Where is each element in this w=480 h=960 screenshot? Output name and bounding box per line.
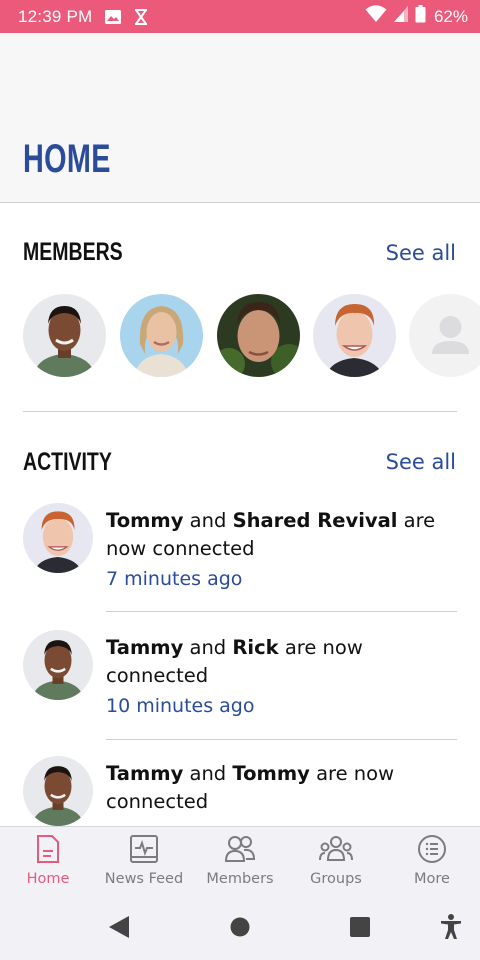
battery-icon (415, 5, 426, 28)
document-icon (35, 834, 61, 868)
activity-name-1[interactable]: Tommy (106, 509, 183, 532)
activity-name-1[interactable]: Tammy (106, 636, 183, 659)
status-bar: 12:39 PM 62% (0, 0, 480, 33)
list-icon (417, 834, 447, 868)
member-avatar[interactable] (23, 294, 106, 377)
activity-timestamp: 7 minutes ago (106, 568, 243, 590)
nav-more[interactable]: More (384, 827, 480, 894)
nav-groups-label: Groups (310, 871, 362, 887)
members-section-title: MEMBERS (23, 238, 123, 266)
page-header: HOME (0, 33, 480, 203)
nav-more-label: More (414, 871, 450, 887)
activity-divider (106, 739, 457, 740)
activity-text[interactable]: Tommy and Shared Revival are now connect… (106, 507, 436, 563)
status-time: 12:39 PM (18, 6, 93, 26)
pulse-icon (129, 834, 159, 868)
nav-members-label: Members (206, 871, 274, 887)
bottom-navigation: Home News Feed Members Groups More (0, 826, 480, 894)
activity-connector: and (189, 762, 227, 785)
activity-text[interactable]: Tammy and Rick are now connected (106, 634, 436, 690)
home-circle-icon[interactable] (230, 917, 250, 941)
page-title: HOME (23, 137, 111, 181)
nav-groups[interactable]: Groups (288, 827, 384, 894)
activity-avatar[interactable] (23, 503, 93, 573)
nav-home[interactable]: Home (0, 827, 96, 894)
members-icon (224, 834, 256, 868)
activity-connector: and (189, 509, 227, 532)
battery-percent: 62% (433, 6, 468, 26)
member-avatar[interactable] (313, 294, 396, 377)
wifi-icon (365, 5, 387, 28)
activity-name-2[interactable]: Rick (232, 636, 278, 659)
activity-see-all-link[interactable]: See all (386, 450, 456, 474)
activity-text[interactable]: Tammy and Tommy are now connected (106, 760, 436, 816)
nav-news-feed[interactable]: News Feed (96, 827, 192, 894)
activity-name-2[interactable]: Tommy (232, 762, 309, 785)
members-row[interactable] (23, 294, 480, 378)
accessibility-icon[interactable] (440, 914, 462, 944)
activity-name-1[interactable]: Tammy (106, 762, 183, 785)
members-see-all-link[interactable]: See all (386, 241, 456, 265)
member-avatar[interactable] (120, 294, 203, 377)
activity-divider (106, 611, 457, 612)
groups-icon (319, 834, 353, 868)
activity-timestamp: 10 minutes ago (106, 695, 255, 717)
hourglass-icon (134, 8, 148, 25)
activity-section-title: ACTIVITY (23, 448, 112, 476)
image-icon (104, 9, 122, 25)
system-navigation-bar (0, 894, 480, 960)
activity-connector: and (189, 636, 227, 659)
nav-members[interactable]: Members (192, 827, 288, 894)
activity-avatar[interactable] (23, 630, 93, 700)
back-icon[interactable] (108, 915, 130, 943)
signal-icon (393, 5, 409, 28)
member-placeholder-avatar[interactable] (409, 294, 480, 377)
recents-square-icon[interactable] (350, 917, 370, 941)
activity-avatar[interactable] (23, 756, 93, 826)
section-divider (23, 411, 457, 412)
nav-news-feed-label: News Feed (104, 871, 184, 887)
nav-home-label: Home (26, 871, 70, 887)
member-avatar[interactable] (217, 294, 300, 377)
activity-name-2[interactable]: Shared Revival (233, 509, 398, 532)
